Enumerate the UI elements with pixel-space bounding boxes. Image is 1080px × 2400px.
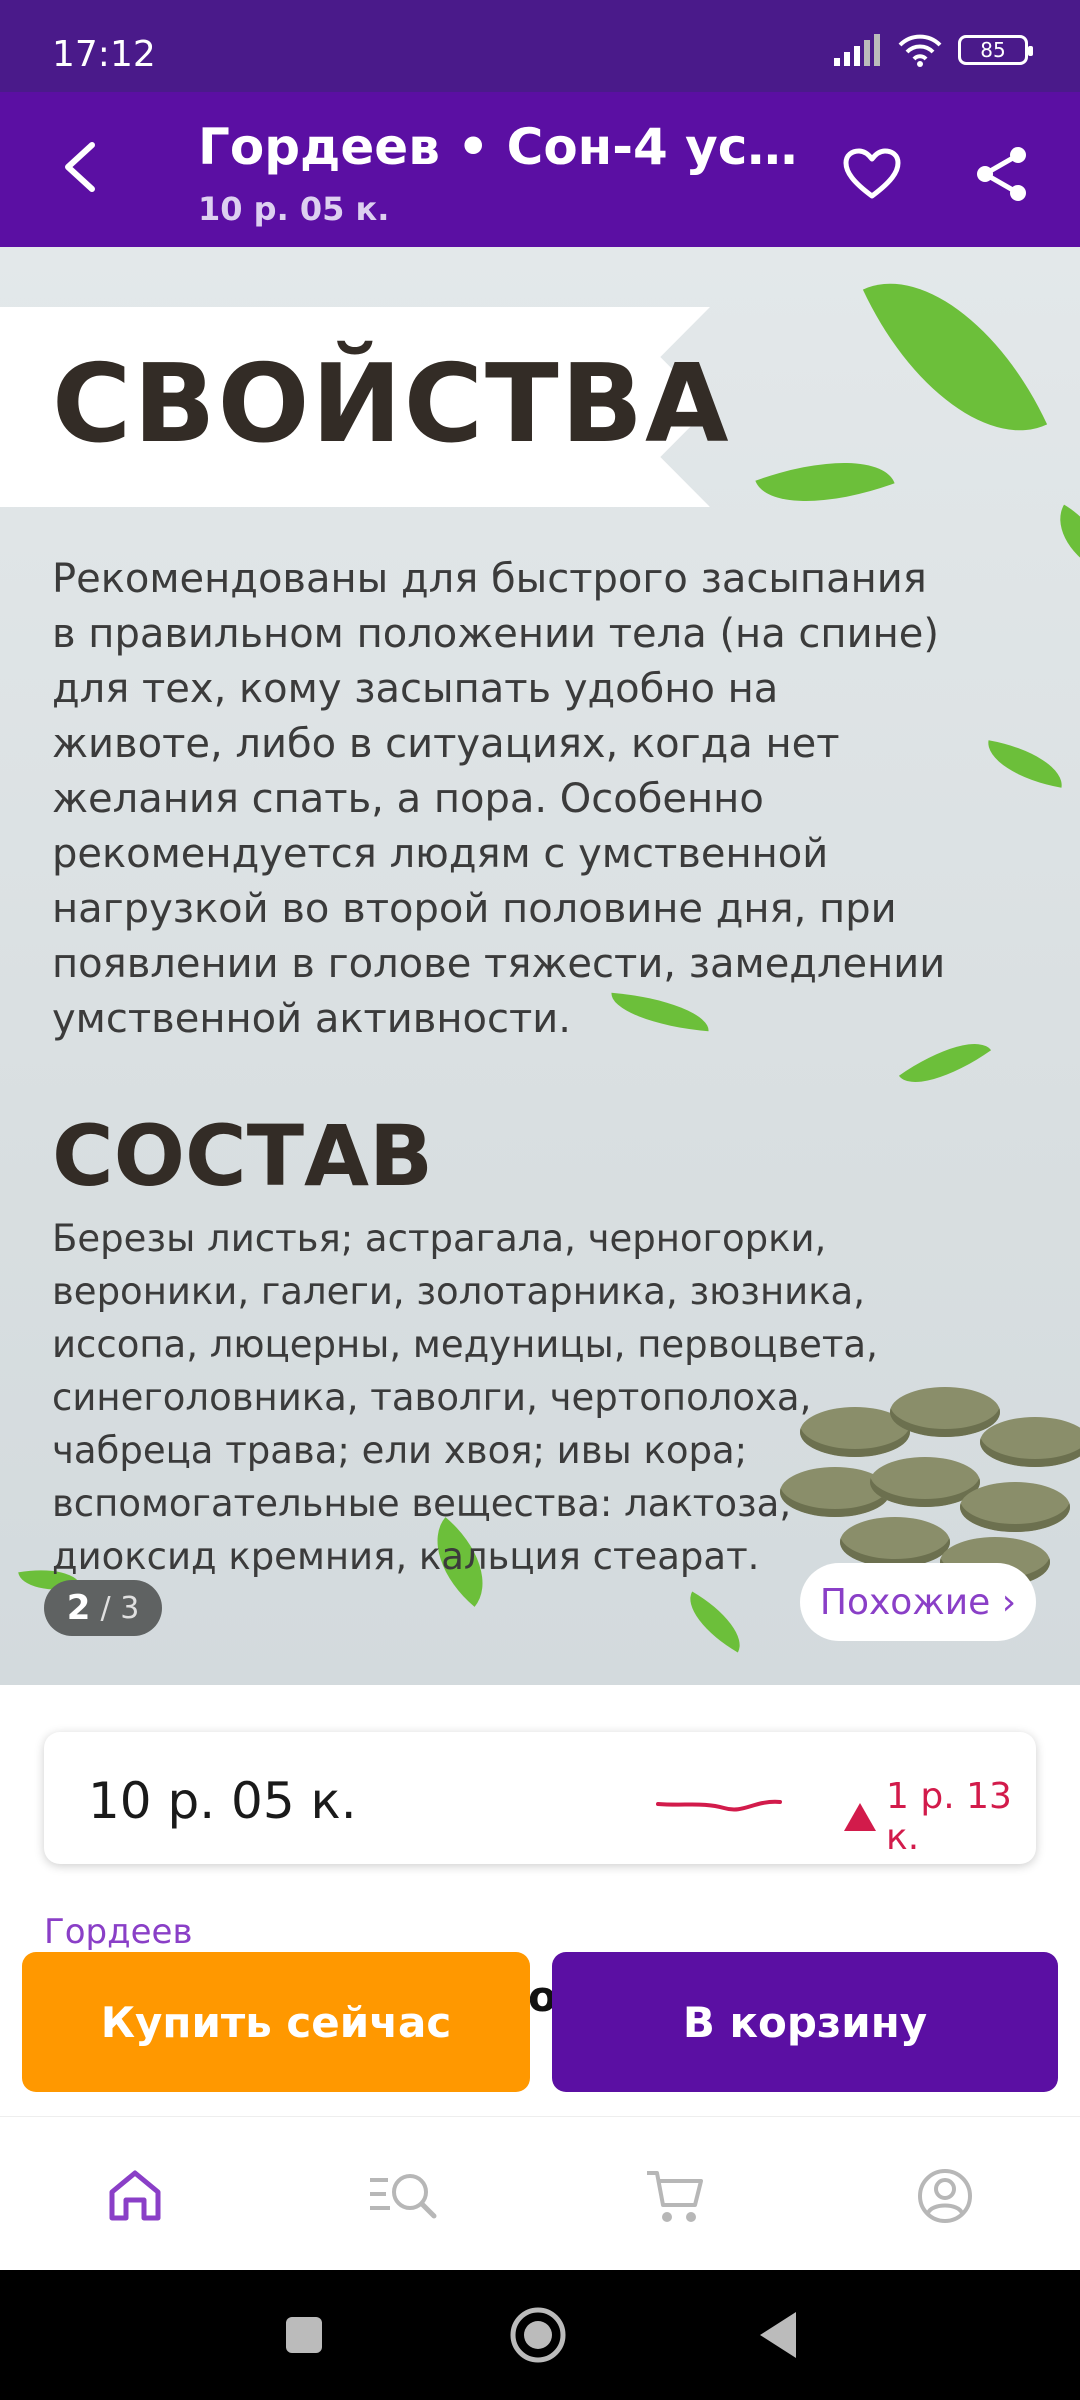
price-value: 10 р. 05 к. <box>88 1772 357 1830</box>
home-system-button[interactable] <box>508 2305 568 2365</box>
brand-link[interactable]: Гордеев <box>44 1912 193 1952</box>
composition-text: Березы листья; астрагала, черногорки, ве… <box>52 1217 878 1578</box>
product-title: Гордеев • Сон-4 успо… <box>198 118 798 176</box>
leaf-decoration <box>982 740 1068 788</box>
status-bar: 17:12 85 <box>0 0 1080 92</box>
price-up-icon <box>844 1803 876 1831</box>
signal-icon <box>834 34 880 66</box>
add-to-cart-button[interactable]: В корзину <box>552 1952 1058 2092</box>
battery-level: 85 <box>980 38 1006 62</box>
bottom-navigation <box>0 2116 1080 2270</box>
buy-now-label: Купить сейчас <box>100 1997 452 2047</box>
similar-label: Похожие › <box>819 1581 1017 1623</box>
battery-icon: 85 <box>958 35 1033 65</box>
price-change-value: 1 р. 13 к. <box>886 1776 1012 1858</box>
status-time: 17:12 <box>52 34 156 75</box>
page-current: 2 <box>66 1588 91 1628</box>
system-navigation-bar <box>0 2270 1080 2400</box>
profile-icon <box>918 2169 972 2223</box>
triangle-back-icon <box>760 2312 796 2358</box>
square-icon <box>286 2317 322 2353</box>
properties-text: Рекомендованы для быстрого засыпания в п… <box>52 556 946 1042</box>
home-icon <box>109 2170 161 2221</box>
share-button[interactable] <box>962 134 1042 214</box>
nav-profile[interactable] <box>910 2161 980 2231</box>
page-total: / 3 <box>100 1590 140 1626</box>
price-trend-line <box>656 1799 782 1812</box>
tablet <box>960 1482 1070 1532</box>
price-card: 10 р. 05 к. 1 р. 13 к. <box>44 1732 1036 1864</box>
leaf-decoration <box>755 436 895 528</box>
buy-now-button[interactable]: Купить сейчас <box>22 1952 530 2092</box>
favorite-button[interactable] <box>832 134 912 214</box>
back-system-button[interactable] <box>748 2305 808 2365</box>
product-image-gallery[interactable]: СВОЙСТВА Рекомендованы для быстрого засы… <box>0 247 1080 1685</box>
price-change: 1 р. 13 к. <box>844 1776 1036 1858</box>
wifi-icon <box>898 34 942 67</box>
header-price: 10 р. 05 к. <box>198 190 390 228</box>
nav-catalog[interactable] <box>368 2161 438 2231</box>
similar-products-button[interactable]: Похожие › <box>800 1563 1036 1641</box>
circle-icon <box>510 2307 566 2363</box>
cart-icon <box>647 2171 703 2222</box>
back-button[interactable] <box>40 127 120 207</box>
nav-home[interactable] <box>100 2161 170 2231</box>
tablet <box>980 1417 1080 1467</box>
catalog-search-icon <box>370 2174 437 2219</box>
status-icons: 85 <box>834 30 1033 70</box>
heart-icon <box>843 148 901 199</box>
recents-button[interactable] <box>274 2305 334 2365</box>
add-to-cart-label: В корзину <box>682 1997 928 2047</box>
share-icon <box>977 147 1026 201</box>
nav-cart[interactable] <box>640 2161 710 2231</box>
leaf-decoration <box>1044 504 1080 570</box>
properties-heading: СВОЙСТВА <box>52 342 731 467</box>
gallery-page-indicator: 2 / 3 <box>44 1580 162 1636</box>
composition-heading: СОСТАВ <box>52 1107 434 1205</box>
app-bar: Гордеев • Сон-4 успо… 10 р. 05 к. <box>0 92 1080 247</box>
leaf-decoration <box>677 1591 753 1653</box>
back-arrow-icon <box>65 142 95 192</box>
leaf-decoration <box>862 247 1048 471</box>
